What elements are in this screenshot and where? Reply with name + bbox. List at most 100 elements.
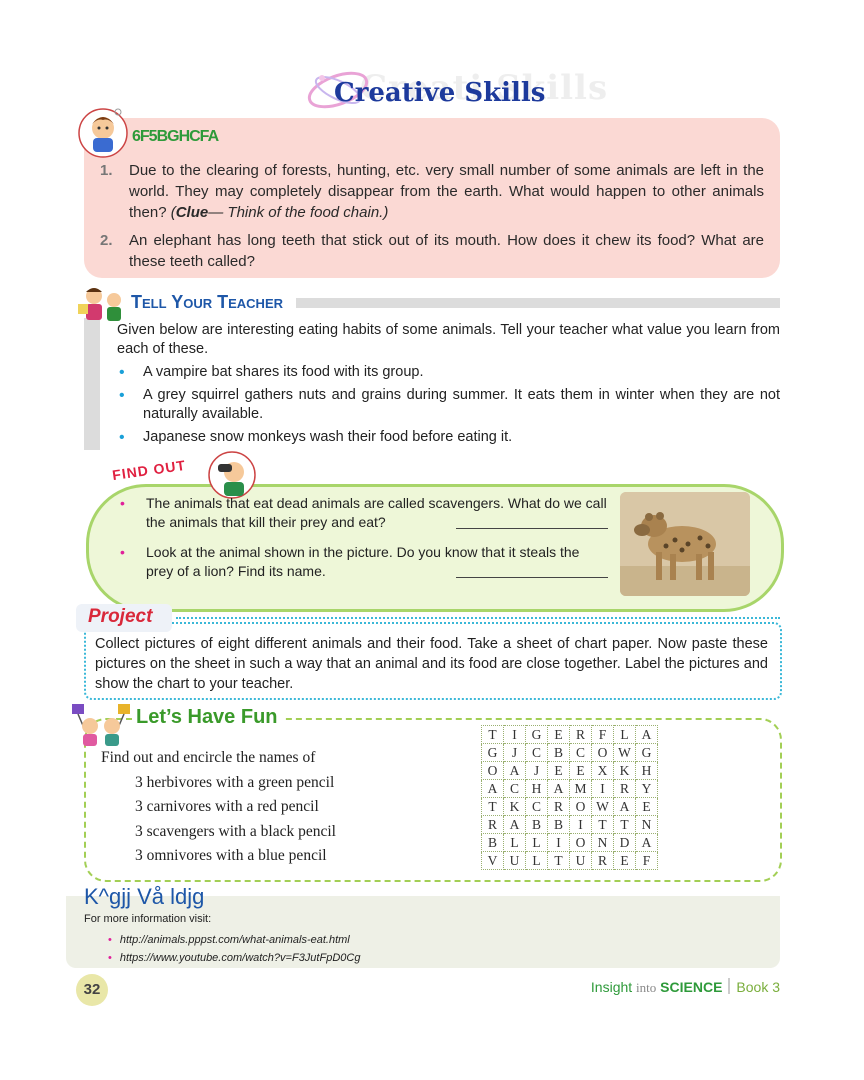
hots-heading: 6F5BGHCFA <box>132 128 219 145</box>
grid-cell[interactable]: E <box>547 725 570 744</box>
grid-cell[interactable]: A <box>481 779 504 798</box>
grid-cell[interactable]: R <box>569 725 592 744</box>
grid-cell[interactable]: T <box>481 797 504 816</box>
grid-cell[interactable]: B <box>547 815 570 834</box>
grid-cell[interactable]: I <box>569 815 592 834</box>
thinking-boy-icon <box>78 108 128 158</box>
clue-label: Clue <box>175 204 209 221</box>
grid-cell[interactable]: J <box>503 743 526 762</box>
grid-cell[interactable]: A <box>613 797 636 816</box>
grid-cell[interactable]: D <box>613 833 636 852</box>
project-text: Collect pictures of eight different anim… <box>95 636 768 692</box>
grid-cell[interactable]: V <box>481 851 504 870</box>
grid-cell[interactable]: O <box>569 833 592 852</box>
page-number: 32 <box>76 974 108 1006</box>
bullet-icon: • <box>119 387 125 404</box>
grid-cell[interactable]: A <box>635 833 658 852</box>
grid-cell[interactable]: B <box>525 815 548 834</box>
grid-row: GJCBCOWG <box>481 743 658 762</box>
web-info-text: For more information visit: <box>84 913 212 925</box>
grid-cell[interactable]: L <box>503 833 526 852</box>
grid-cell[interactable]: T <box>591 815 614 834</box>
fun-instruction: Find out and encircle the names of <box>101 749 316 766</box>
grid-cell[interactable]: E <box>635 797 658 816</box>
book-footer: Insight into SCIENCE Book 3 <box>591 978 780 996</box>
project-heading: Project <box>88 606 153 627</box>
list-item: • The animals that eat dead animals are … <box>120 495 608 530</box>
grid-cell[interactable]: A <box>635 725 658 744</box>
answer-blank[interactable] <box>456 577 608 578</box>
teacher-student-icon <box>78 288 121 321</box>
grid-cell[interactable]: X <box>591 761 614 780</box>
grid-cell[interactable]: G <box>481 743 504 762</box>
grid-cell[interactable]: A <box>503 815 526 834</box>
hots-question-list: 1. Due to the clearing of forests, hunti… <box>100 160 764 279</box>
grid-cell[interactable]: O <box>481 761 504 780</box>
grid-cell[interactable]: K <box>503 797 526 816</box>
grid-cell[interactable]: L <box>525 851 548 870</box>
question-item: 1. Due to the clearing of forests, hunti… <box>100 160 764 223</box>
answer-blank[interactable] <box>456 528 608 529</box>
grid-cell[interactable]: K <box>613 761 636 780</box>
grid-cell[interactable]: L <box>525 833 548 852</box>
grid-cell[interactable]: R <box>547 797 570 816</box>
grid-cell[interactable]: J <box>525 761 548 780</box>
grid-row: OAJEEXKH <box>481 761 658 780</box>
grid-cell[interactable]: B <box>547 743 570 762</box>
fun-task: 3 herbivores with a green pencil <box>135 773 335 791</box>
grid-cell[interactable]: N <box>635 815 658 834</box>
grid-cell[interactable]: H <box>635 761 658 780</box>
grid-cell[interactable]: A <box>503 761 526 780</box>
web-link-list: • http://animals.pppst.com/what-animals-e… <box>108 931 360 967</box>
grid-cell[interactable]: F <box>591 725 614 744</box>
grid-cell[interactable]: U <box>503 851 526 870</box>
grid-cell[interactable]: O <box>591 743 614 762</box>
project-dotted-rule <box>176 617 780 619</box>
grid-cell[interactable]: F <box>635 851 658 870</box>
grid-row: RABBITTN <box>481 815 658 834</box>
grid-cell[interactable]: E <box>569 761 592 780</box>
grid-cell[interactable]: I <box>547 833 570 852</box>
page-title-block: Creati Skills Creative Skills <box>300 60 640 120</box>
grid-cell[interactable]: I <box>591 779 614 798</box>
grid-cell[interactable]: E <box>613 851 636 870</box>
grid-cell[interactable]: R <box>481 815 504 834</box>
grid-cell[interactable]: B <box>481 833 504 852</box>
grid-cell[interactable]: T <box>481 725 504 744</box>
grid-cell[interactable]: C <box>525 743 548 762</box>
grid-row: ACHAMIRY <box>481 779 658 798</box>
web-link[interactable]: https://www.youtube.com/watch?v=F3JutFpD… <box>120 952 361 964</box>
question-item: 2. An elephant has long teeth that stick… <box>100 230 764 272</box>
web-link[interactable]: http://animals.pppst.com/what-animals-ea… <box>120 934 350 946</box>
grid-cell[interactable]: W <box>613 743 636 762</box>
grid-cell[interactable]: N <box>591 833 614 852</box>
tell-your-teacher-heading: Tell Your Teacher <box>131 292 284 312</box>
grid-cell[interactable]: T <box>547 851 570 870</box>
grid-cell[interactable]: G <box>525 725 548 744</box>
grid-cell[interactable]: L <box>613 725 636 744</box>
grid-cell[interactable]: A <box>547 779 570 798</box>
grid-cell[interactable]: R <box>591 851 614 870</box>
grid-cell[interactable]: E <box>547 761 570 780</box>
footer-book: Book 3 <box>736 979 780 995</box>
grid-row: TIGERFLA <box>481 725 658 744</box>
grid-cell[interactable]: H <box>525 779 548 798</box>
fun-task: 3 scavengers with a black pencil <box>135 822 336 840</box>
grid-cell[interactable]: O <box>569 797 592 816</box>
grid-cell[interactable]: U <box>569 851 592 870</box>
grid-cell[interactable]: C <box>525 797 548 816</box>
section-rule <box>296 298 780 308</box>
grid-cell[interactable]: I <box>503 725 526 744</box>
fun-instructions: Find out and encircle the names of 3 her… <box>101 746 336 869</box>
grid-cell[interactable]: W <box>591 797 614 816</box>
grid-cell[interactable]: M <box>569 779 592 798</box>
grid-cell[interactable]: C <box>569 743 592 762</box>
question-text: An elephant has long teeth that stick ou… <box>129 232 764 270</box>
grid-cell[interactable]: C <box>503 779 526 798</box>
grid-cell[interactable]: Y <box>635 779 658 798</box>
list-item: • A vampire bat shares its food with its … <box>119 364 424 381</box>
grid-cell[interactable]: G <box>635 743 658 762</box>
grid-cell[interactable]: T <box>613 815 636 834</box>
word-search-grid: TIGERFLAGJCBCOWGOAJEEXKHACHAMIRYTKCROWAE… <box>481 725 658 870</box>
grid-cell[interactable]: R <box>613 779 636 798</box>
